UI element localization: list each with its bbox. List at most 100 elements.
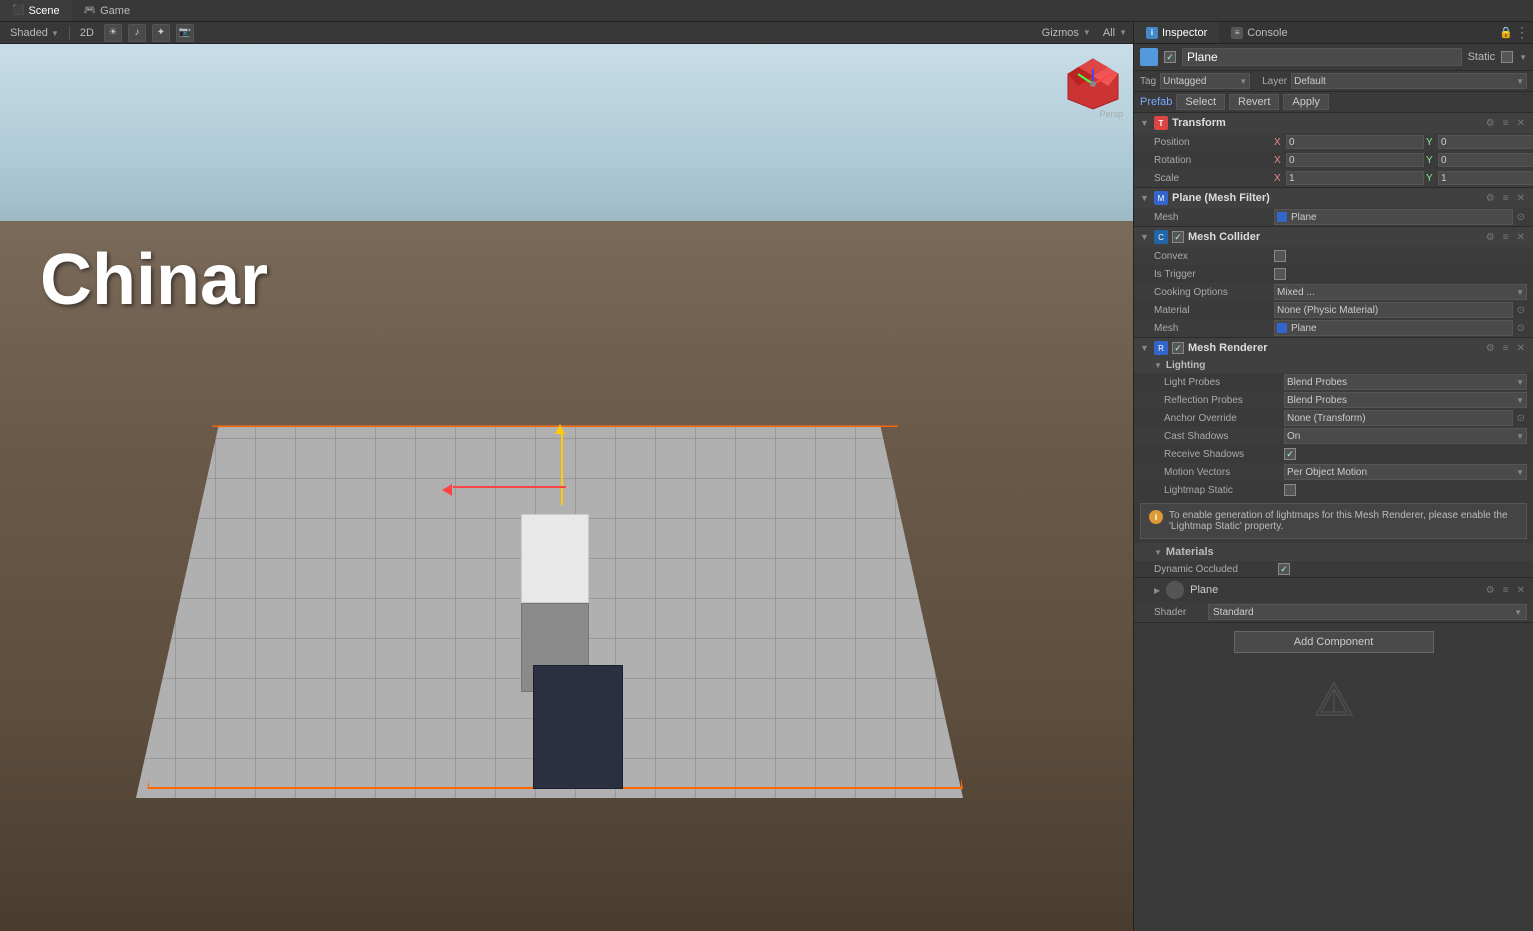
shading-selector[interactable]: Shaded ▼ xyxy=(6,27,63,39)
2d-toggle[interactable]: 2D xyxy=(76,27,98,39)
mesh-renderer-close-icon[interactable]: ✕ xyxy=(1515,342,1527,355)
tab-inspector[interactable]: i Inspector xyxy=(1134,22,1219,43)
audio-toggle[interactable]: ♪ xyxy=(128,24,146,42)
collider-mesh-label: Mesh xyxy=(1154,323,1274,334)
inspector-tab-actions: 🔒 ⋮ xyxy=(1499,22,1533,43)
transform-title: Transform xyxy=(1172,117,1480,129)
mesh-filter-menu-icon[interactable]: ≡ xyxy=(1501,192,1511,205)
position-y-input[interactable] xyxy=(1438,135,1533,149)
mesh-renderer-settings-icon[interactable]: ⚙ xyxy=(1484,342,1497,355)
collider-material-row: Material None (Physic Material) ⊙ xyxy=(1134,301,1533,319)
material-preview-icon xyxy=(1166,581,1184,599)
rotation-y-input[interactable] xyxy=(1438,153,1533,167)
game-tab[interactable]: 🎮 Game xyxy=(72,0,142,21)
layer-dropdown[interactable]: Default ▼ xyxy=(1291,73,1527,89)
cast-shadows-dropdown[interactable]: On ▼ xyxy=(1284,428,1527,444)
static-dropdown-arrow[interactable]: ▼ xyxy=(1519,53,1527,62)
material-name: Plane xyxy=(1190,584,1478,596)
lighting-toggle[interactable]: ☀ xyxy=(104,24,122,42)
gizmo-y-axis xyxy=(561,434,563,505)
reflection-probes-dropdown[interactable]: Blend Probes ▼ xyxy=(1284,392,1527,408)
mesh-filter-mesh-target-icon[interactable]: ⊙ xyxy=(1515,211,1527,224)
material-settings-icon[interactable]: ⚙ xyxy=(1484,584,1497,597)
position-xyz: X Y Z xyxy=(1274,135,1533,149)
rotation-xyz: X Y Z xyxy=(1274,153,1533,167)
scene-tab[interactable]: ⬛ Scene xyxy=(0,0,72,21)
transform-header[interactable]: ▼ T Transform ⚙ ≡ ✕ xyxy=(1134,113,1533,133)
scale-y-input[interactable] xyxy=(1438,171,1533,185)
mesh-renderer-menu-icon[interactable]: ≡ xyxy=(1501,342,1511,355)
motion-vectors-label: Motion Vectors xyxy=(1164,467,1284,478)
prefab-revert-button[interactable]: Revert xyxy=(1229,94,1279,110)
dynamic-occluded-checkbox[interactable]: ✓ xyxy=(1278,563,1290,575)
transform-settings-icon[interactable]: ⚙ xyxy=(1484,117,1497,130)
all-dropdown-arrow: ▼ xyxy=(1119,28,1127,37)
lock-icon[interactable]: 🔒 xyxy=(1499,26,1513,39)
mesh-collider-enabled-checkbox[interactable]: ✓ xyxy=(1172,231,1184,243)
mesh-filter-title: Plane (Mesh Filter) xyxy=(1172,192,1480,204)
add-component-button[interactable]: Add Component xyxy=(1234,631,1434,653)
mesh-collider-header[interactable]: ▼ C ✓ Mesh Collider ⚙ ≡ ✕ xyxy=(1134,227,1533,247)
tag-dropdown[interactable]: Untagged ▼ xyxy=(1160,73,1250,89)
rot-y-label: Y xyxy=(1426,155,1436,166)
cooking-options-dropdown[interactable]: Mixed ... ▼ xyxy=(1274,284,1527,300)
materials-arrow-icon: ▼ xyxy=(1154,548,1162,557)
mesh-renderer-enabled-checkbox[interactable]: ✓ xyxy=(1172,342,1184,354)
light-probes-dropdown[interactable]: Blend Probes ▼ xyxy=(1284,374,1527,390)
static-checkbox[interactable] xyxy=(1501,51,1513,63)
rotation-y-field: Y xyxy=(1426,153,1533,167)
shader-dropdown[interactable]: Standard ▼ xyxy=(1208,604,1527,620)
cast-shadows-row: Cast Shadows On ▼ xyxy=(1134,427,1533,445)
viewport-canvas[interactable]: Chinar xyxy=(0,44,1133,931)
transform-close-icon[interactable]: ✕ xyxy=(1515,117,1527,130)
object-name-input[interactable] xyxy=(1182,48,1462,66)
inspector-tabs-bar: i Inspector ≡ Console 🔒 ⋮ xyxy=(1134,22,1533,44)
mesh-collider-close-icon[interactable]: ✕ xyxy=(1515,231,1527,244)
anchor-override-field[interactable]: None (Transform) xyxy=(1284,410,1513,426)
transform-menu-icon[interactable]: ≡ xyxy=(1501,117,1511,130)
prefab-select-button[interactable]: Select xyxy=(1176,94,1225,110)
collider-mesh-target-icon[interactable]: ⊙ xyxy=(1515,322,1527,335)
collider-material-target-icon[interactable]: ⊙ xyxy=(1515,304,1527,317)
is-trigger-label: Is Trigger xyxy=(1154,269,1274,280)
mesh-filter-mesh-field[interactable]: Plane xyxy=(1274,209,1513,225)
object-active-checkbox[interactable]: ✓ xyxy=(1164,51,1176,63)
inspector-menu-icon[interactable]: ⋮ xyxy=(1515,24,1529,41)
position-x-input[interactable] xyxy=(1286,135,1424,149)
material-expand-arrow[interactable]: ▶ xyxy=(1154,586,1160,595)
scene-camera-btn[interactable]: 📷 xyxy=(176,24,194,42)
scale-label: Scale xyxy=(1154,173,1274,184)
mesh-renderer-header[interactable]: ▼ R ✓ Mesh Renderer ⚙ ≡ ✕ xyxy=(1134,338,1533,358)
tag-label: Tag xyxy=(1140,76,1156,87)
is-trigger-checkbox[interactable] xyxy=(1274,268,1286,280)
mesh-renderer-component: ▼ R ✓ Mesh Renderer ⚙ ≡ ✕ ▼ Lighting xyxy=(1134,338,1533,578)
receive-shadows-checkbox[interactable]: ✓ xyxy=(1284,448,1296,460)
mesh-filter-header[interactable]: ▼ M Plane (Mesh Filter) ⚙ ≡ ✕ xyxy=(1134,188,1533,208)
anchor-override-target-icon[interactable]: ⊙ xyxy=(1515,412,1527,425)
nav-cube[interactable]: Persp xyxy=(1063,54,1123,114)
mesh-collider-menu-icon[interactable]: ≡ xyxy=(1501,231,1511,244)
gizmos-button[interactable]: Gizmos ▼ All ▼ xyxy=(1042,27,1127,39)
prefab-apply-button[interactable]: Apply xyxy=(1283,94,1329,110)
tab-console[interactable]: ≡ Console xyxy=(1219,22,1299,43)
mesh-collider-settings-icon[interactable]: ⚙ xyxy=(1484,231,1497,244)
lightmap-static-checkbox[interactable] xyxy=(1284,484,1296,496)
material-menu-icon[interactable]: ≡ xyxy=(1501,584,1511,597)
effects-toggle[interactable]: ✦ xyxy=(152,24,170,42)
collider-mesh-field[interactable]: Plane xyxy=(1274,320,1513,336)
rotation-x-input[interactable] xyxy=(1286,153,1424,167)
rotation-row: Rotation X Y Z xyxy=(1134,151,1533,169)
materials-section[interactable]: ▼ Materials xyxy=(1134,543,1533,561)
mesh-filter-close-icon[interactable]: ✕ xyxy=(1515,192,1527,205)
lighting-section[interactable]: ▼ Lighting xyxy=(1134,358,1533,373)
motion-vectors-dropdown[interactable]: Per Object Motion ▼ xyxy=(1284,464,1527,480)
collider-material-field[interactable]: None (Physic Material) xyxy=(1274,302,1513,318)
convex-checkbox[interactable] xyxy=(1274,250,1286,262)
mesh-filter-settings-icon[interactable]: ⚙ xyxy=(1484,192,1497,205)
mesh-collider-component: ▼ C ✓ Mesh Collider ⚙ ≡ ✕ Convex xyxy=(1134,227,1533,338)
scale-x-input[interactable] xyxy=(1286,171,1424,185)
static-label: Static xyxy=(1468,51,1496,63)
material-close-icon[interactable]: ✕ xyxy=(1515,584,1527,597)
mesh-collider-icon: C xyxy=(1154,230,1168,244)
collider-mesh-icon xyxy=(1277,323,1287,333)
